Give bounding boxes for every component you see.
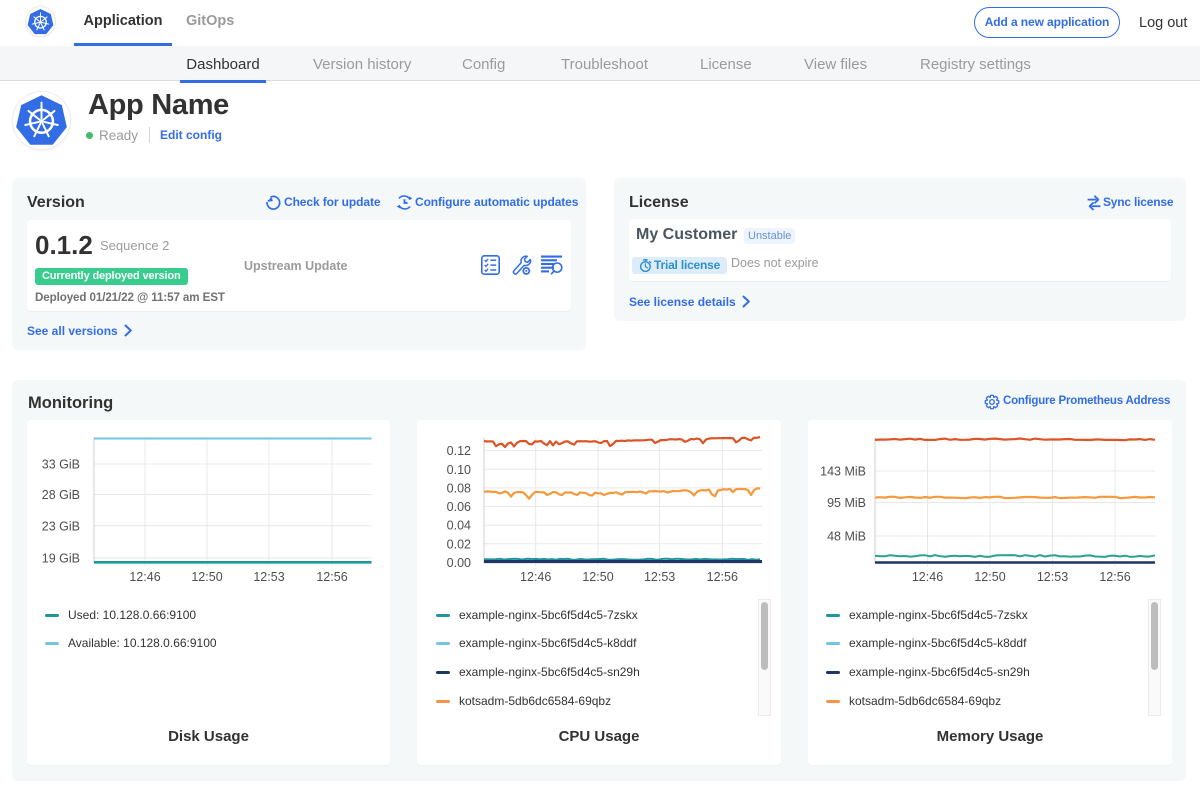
svg-text:0.04: 0.04 xyxy=(447,519,471,533)
svg-text:48 MiB: 48 MiB xyxy=(827,530,866,544)
svg-text:19 GiB: 19 GiB xyxy=(42,552,80,566)
svg-text:12:56: 12:56 xyxy=(316,570,347,584)
svg-text:33 GiB: 33 GiB xyxy=(42,458,80,472)
svg-text:12:53: 12:53 xyxy=(253,570,284,584)
svg-text:143 MiB: 143 MiB xyxy=(820,465,866,479)
svg-text:0.08: 0.08 xyxy=(447,481,471,495)
svg-text:12:50: 12:50 xyxy=(582,570,613,584)
svg-text:0.06: 0.06 xyxy=(447,500,471,514)
svg-text:12:50: 12:50 xyxy=(974,570,1005,584)
svg-text:12:53: 12:53 xyxy=(1037,570,1068,584)
svg-text:12:46: 12:46 xyxy=(129,570,160,584)
svg-text:12:56: 12:56 xyxy=(707,570,738,584)
svg-text:0.12: 0.12 xyxy=(447,444,471,458)
svg-text:12:56: 12:56 xyxy=(1099,570,1130,584)
svg-text:0.02: 0.02 xyxy=(447,537,471,551)
svg-text:95 MiB: 95 MiB xyxy=(827,496,866,510)
svg-text:28 GiB: 28 GiB xyxy=(42,488,80,502)
svg-text:12:46: 12:46 xyxy=(912,570,943,584)
svg-text:12:46: 12:46 xyxy=(520,570,551,584)
svg-text:12:53: 12:53 xyxy=(644,570,675,584)
svg-text:0.00: 0.00 xyxy=(447,556,471,570)
svg-text:0.10: 0.10 xyxy=(447,463,471,477)
svg-text:23 GiB: 23 GiB xyxy=(42,519,80,533)
svg-text:12:50: 12:50 xyxy=(191,570,222,584)
